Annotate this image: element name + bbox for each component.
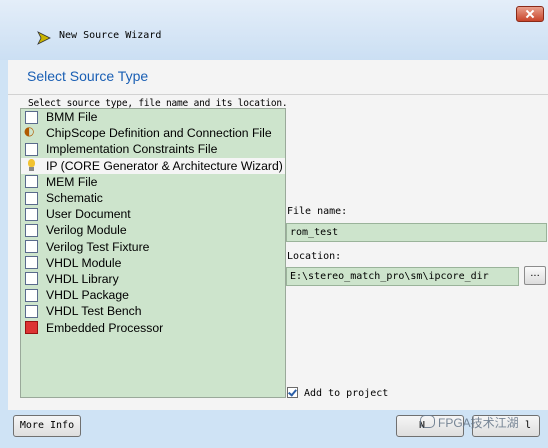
list-item[interactable]: Embedded Processor: [21, 319, 285, 335]
list-item-label: BMM File: [46, 110, 98, 125]
list-item[interactable]: User Document: [21, 206, 285, 222]
watermark: FPGA技术江湖: [420, 414, 519, 431]
list-item[interactable]: Verilog Module: [21, 222, 285, 238]
list-item-label: VHDL Package: [46, 288, 129, 303]
mem-file-icon: [25, 175, 38, 189]
embedded-processor-icon: [25, 321, 38, 335]
vhdl-test-bench-icon: [25, 304, 38, 318]
file-name-input[interactable]: rom_test: [286, 223, 547, 242]
list-item-label: Verilog Test Fixture: [46, 239, 150, 254]
verilog-test-fixture-icon: [25, 240, 38, 254]
list-item-label: VHDL Module: [46, 255, 122, 270]
add-to-project-label: Add to project: [304, 388, 389, 399]
wizard-panel: Select Source Type Select source type, f…: [8, 60, 548, 410]
list-item-label: IP (CORE Generator & Architecture Wizard…: [46, 158, 283, 173]
location-input[interactable]: E:\stereo_match_pro\sm\ipcore_dir: [286, 267, 519, 286]
list-item[interactable]: VHDL Module: [21, 255, 285, 271]
wechat-icon: [420, 415, 435, 428]
watermark-text: FPGA技术江湖: [438, 416, 519, 430]
location-label: Location:: [287, 251, 342, 262]
list-item[interactable]: Verilog Test Fixture: [21, 239, 285, 255]
list-item-label: Verilog Module: [46, 223, 127, 238]
verilog-module-icon: [25, 223, 38, 237]
list-item-label: VHDL Library: [46, 271, 119, 286]
list-item[interactable]: Implementation Constraints File: [21, 141, 285, 157]
list-item-label: MEM File: [46, 174, 98, 189]
vhdl-module-icon: [25, 256, 38, 270]
constraints-file-icon: [25, 142, 38, 156]
list-item-label: Embedded Processor: [46, 320, 164, 335]
source-type-list[interactable]: BMM FileChipScope Definition and Connect…: [20, 108, 286, 398]
bmm-file-icon: [25, 110, 38, 124]
list-item[interactable]: BMM File: [21, 109, 285, 125]
window-title: New Source Wizard: [59, 30, 162, 41]
divider: [8, 94, 548, 95]
vhdl-package-icon: [25, 288, 38, 302]
more-info-button[interactable]: More Info: [13, 415, 81, 437]
list-item-label: User Document: [46, 207, 131, 222]
list-item[interactable]: Schematic: [21, 190, 285, 206]
list-item[interactable]: VHDL Test Bench: [21, 303, 285, 319]
add-to-project-checkbox[interactable]: [287, 387, 298, 398]
list-item[interactable]: VHDL Package: [21, 287, 285, 303]
chipscope-icon: [24, 124, 38, 140]
user-document-icon: [25, 207, 38, 221]
list-item[interactable]: ChipScope Definition and Connection File: [21, 124, 285, 141]
list-item[interactable]: MEM File: [21, 174, 285, 190]
list-item[interactable]: VHDL Library: [21, 271, 285, 287]
ip-core-icon: [25, 159, 38, 172]
page-heading: Select Source Type: [27, 68, 149, 84]
file-name-label: File name:: [287, 206, 348, 217]
close-icon[interactable]: [516, 6, 544, 22]
vhdl-library-icon: [25, 272, 38, 286]
wizard-icon: [37, 31, 51, 45]
list-item-label: Implementation Constraints File: [46, 142, 218, 157]
browse-button[interactable]: ...: [524, 266, 546, 285]
window-titlebar: New Source Wizard: [0, 0, 548, 60]
schematic-icon: [25, 191, 38, 205]
list-item-label: VHDL Test Bench: [46, 304, 142, 319]
list-item[interactable]: IP (CORE Generator & Architecture Wizard…: [21, 157, 285, 174]
list-item-label: ChipScope Definition and Connection File: [46, 126, 272, 141]
list-item-label: Schematic: [46, 191, 103, 206]
